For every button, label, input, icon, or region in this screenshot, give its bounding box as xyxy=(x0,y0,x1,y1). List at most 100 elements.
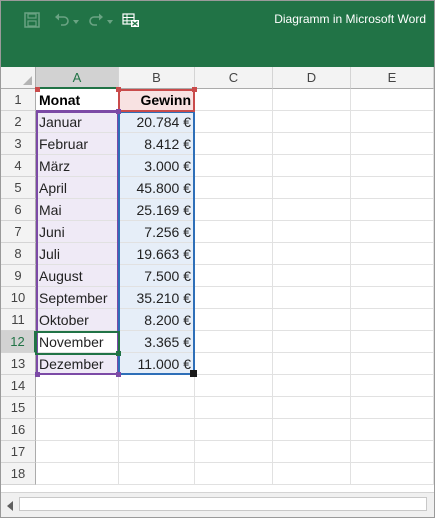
row-header-18[interactable]: 18 xyxy=(1,463,36,485)
empty-cell[interactable] xyxy=(195,397,273,419)
cell-b1-header[interactable]: Gewinn xyxy=(119,89,195,111)
empty-cell[interactable] xyxy=(273,287,351,309)
empty-cell[interactable] xyxy=(273,243,351,265)
empty-cell[interactable] xyxy=(351,441,434,463)
column-header-e[interactable]: E xyxy=(351,67,434,89)
row-header-12[interactable]: 12 xyxy=(1,331,36,353)
cell-a1-header[interactable]: Monat xyxy=(36,89,119,111)
column-header-c[interactable]: C xyxy=(195,67,273,89)
cell-value[interactable]: 8.200 € xyxy=(119,309,195,331)
cell-value[interactable]: 35.210 € xyxy=(119,287,195,309)
cell-month[interactable]: Juli xyxy=(36,243,119,265)
row-header-17[interactable]: 17 xyxy=(1,441,36,463)
empty-cell[interactable] xyxy=(273,463,351,485)
empty-cell[interactable] xyxy=(273,221,351,243)
empty-cell[interactable] xyxy=(351,199,434,221)
cell-e1[interactable] xyxy=(351,89,434,111)
row-header-5[interactable]: 5 xyxy=(1,177,36,199)
empty-cell[interactable] xyxy=(195,265,273,287)
empty-cell[interactable] xyxy=(36,375,119,397)
empty-cell[interactable] xyxy=(273,133,351,155)
empty-cell[interactable] xyxy=(119,397,195,419)
cell-value[interactable]: 25.169 € xyxy=(119,199,195,221)
empty-cell[interactable] xyxy=(195,353,273,375)
empty-cell[interactable] xyxy=(351,111,434,133)
horizontal-scrollbar[interactable] xyxy=(1,492,434,517)
cell-month[interactable]: Februar xyxy=(36,133,119,155)
column-header-b[interactable]: B xyxy=(119,67,195,89)
empty-cell[interactable] xyxy=(273,331,351,353)
row-header-1[interactable]: 1 xyxy=(1,89,36,111)
empty-cell[interactable] xyxy=(351,221,434,243)
empty-cell[interactable] xyxy=(195,309,273,331)
range-handle[interactable] xyxy=(192,87,197,92)
save-button[interactable] xyxy=(23,9,41,31)
cell-month[interactable]: April xyxy=(36,177,119,199)
empty-cell[interactable] xyxy=(119,375,195,397)
select-all-corner[interactable] xyxy=(1,67,36,89)
empty-cell[interactable] xyxy=(273,375,351,397)
range-handle[interactable] xyxy=(116,109,121,114)
row-header-15[interactable]: 15 xyxy=(1,397,36,419)
range-handle[interactable] xyxy=(116,372,121,377)
row-header-3[interactable]: 3 xyxy=(1,133,36,155)
empty-cell[interactable] xyxy=(351,331,434,353)
empty-cell[interactable] xyxy=(351,265,434,287)
cell-value[interactable]: 8.412 € xyxy=(119,133,195,155)
range-handle[interactable] xyxy=(35,87,40,92)
empty-cell[interactable] xyxy=(351,243,434,265)
cell-month[interactable]: Dezember xyxy=(36,353,119,375)
redo-dropdown-caret[interactable] xyxy=(106,13,116,24)
cell-c1[interactable] xyxy=(195,89,273,111)
empty-cell[interactable] xyxy=(273,265,351,287)
empty-cell[interactable] xyxy=(195,177,273,199)
range-handle[interactable] xyxy=(116,87,121,92)
empty-cell[interactable] xyxy=(351,155,434,177)
empty-cell[interactable] xyxy=(195,243,273,265)
redo-button[interactable] xyxy=(87,9,105,31)
empty-cell[interactable] xyxy=(195,419,273,441)
cell-value[interactable]: 7.256 € xyxy=(119,221,195,243)
range-handle[interactable] xyxy=(35,372,40,377)
empty-cell[interactable] xyxy=(195,221,273,243)
row-header-16[interactable]: 16 xyxy=(1,419,36,441)
empty-cell[interactable] xyxy=(351,177,434,199)
empty-cell[interactable] xyxy=(195,155,273,177)
cell-value[interactable]: 19.663 € xyxy=(119,243,195,265)
empty-cell[interactable] xyxy=(119,441,195,463)
cell-month[interactable]: Oktober xyxy=(36,309,119,331)
undo-button[interactable] xyxy=(53,9,71,31)
empty-cell[interactable] xyxy=(273,353,351,375)
edit-data-in-excel-button[interactable] xyxy=(121,9,141,31)
empty-cell[interactable] xyxy=(273,309,351,331)
empty-cell[interactable] xyxy=(119,419,195,441)
empty-cell[interactable] xyxy=(195,111,273,133)
column-header-a[interactable]: A xyxy=(36,67,119,89)
empty-cell[interactable] xyxy=(351,309,434,331)
empty-cell[interactable] xyxy=(273,441,351,463)
cell-month[interactable]: Januar xyxy=(36,111,119,133)
row-header-11[interactable]: 11 xyxy=(1,309,36,331)
scrollbar-track[interactable] xyxy=(19,497,427,511)
empty-cell[interactable] xyxy=(273,397,351,419)
empty-cell[interactable] xyxy=(273,177,351,199)
empty-cell[interactable] xyxy=(351,463,434,485)
empty-cell[interactable] xyxy=(195,133,273,155)
empty-cell[interactable] xyxy=(351,353,434,375)
empty-cell[interactable] xyxy=(351,133,434,155)
cell-month[interactable]: September xyxy=(36,287,119,309)
cell-month-active[interactable]: November xyxy=(36,331,119,353)
resize-handle[interactable] xyxy=(190,370,197,377)
empty-cell[interactable] xyxy=(195,331,273,353)
empty-cell[interactable] xyxy=(273,155,351,177)
empty-cell[interactable] xyxy=(273,419,351,441)
row-header-8[interactable]: 8 xyxy=(1,243,36,265)
cell-month[interactable]: Juni xyxy=(36,221,119,243)
cell-value[interactable]: 20.784 € xyxy=(119,111,195,133)
empty-cell[interactable] xyxy=(273,199,351,221)
row-header-6[interactable]: 6 xyxy=(1,199,36,221)
cell-value[interactable]: 3.365 € xyxy=(119,331,195,353)
empty-cell[interactable] xyxy=(195,199,273,221)
empty-cell[interactable] xyxy=(36,419,119,441)
cell-month[interactable]: Mai xyxy=(36,199,119,221)
